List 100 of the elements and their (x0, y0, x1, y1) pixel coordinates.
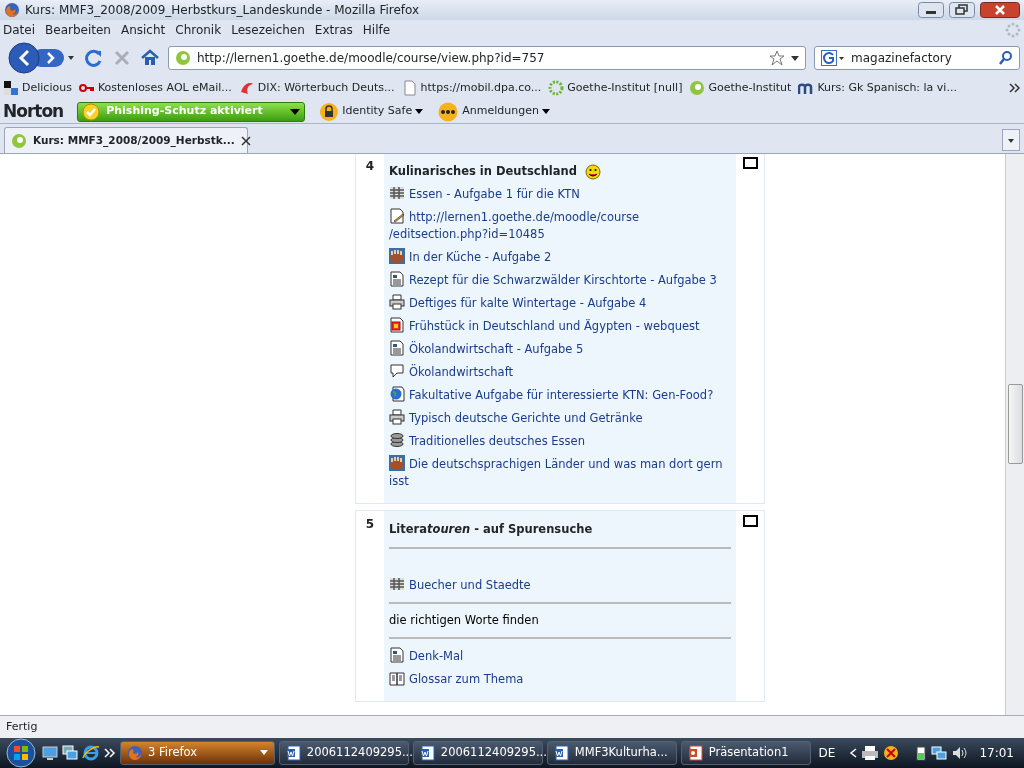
windows-switch-icon[interactable] (62, 745, 78, 761)
target-page-icon (389, 317, 405, 334)
activity-link[interactable]: Buecher und Staedte (389, 575, 731, 594)
caret-icon (259, 750, 268, 756)
speaker-icon[interactable] (951, 745, 968, 761)
book-icon (389, 669, 405, 686)
section-label: die richtigen Worte finden (389, 611, 540, 629)
caret-icon[interactable] (791, 54, 799, 62)
star-icon[interactable] (769, 50, 785, 66)
activity-link[interactable]: Essen - Aufgabe 1 für die KTN (389, 185, 731, 204)
tab-list-icon[interactable] (1002, 129, 1020, 151)
section-title: Literatouren - auf Spurensuche (389, 521, 593, 539)
bookmark-item[interactable]: Goethe-Institut (689, 79, 792, 97)
chevron-more-icon[interactable] (1009, 82, 1021, 94)
grid-icon (389, 575, 405, 592)
taskbar-button[interactable]: 3 Firefox (120, 741, 275, 765)
grid-icon (389, 185, 405, 202)
bookmark-item[interactable]: Kurs: Gk Spanisch: la vi... (798, 79, 957, 97)
identity-safe-button[interactable]: Identity Safe (319, 101, 424, 122)
square-marker (742, 157, 758, 169)
section-title: Kulinarisches in Deutschland (389, 163, 577, 180)
hand-icon (389, 248, 405, 265)
bookmark-item[interactable]: DIX: Wörterbuch Deuts... (238, 79, 395, 97)
start-button-icon[interactable] (4, 738, 38, 768)
word-document-icon (285, 745, 302, 761)
language-indicator[interactable]: DE (818, 744, 836, 762)
menu-item[interactable]: Bearbeiten (45, 21, 111, 39)
menu-item[interactable]: Hilfe (362, 21, 391, 39)
menu-item[interactable]: Chronik (175, 21, 222, 39)
bookmark-item[interactable]: Delicious (3, 79, 72, 97)
norton-logo: Norton (3, 99, 64, 123)
activity-link[interactable]: Glossar zum Thema (389, 669, 731, 688)
window-title: Kurs: MMF3_2008/2009_Herbstkurs_Landeskunde - Mozilla Firefox (25, 2, 421, 19)
activity-link[interactable]: Typisch deutsche Gerichte und Getränke (389, 409, 731, 428)
url-field[interactable]: http://lernen1.goethe.de/moodle/course/view.php?id=757 (168, 46, 806, 70)
scrollbar[interactable] (1005, 154, 1024, 715)
activity-link[interactable]: Die deutschsprachigen Länder und was man dort gern isst (389, 455, 731, 491)
password-dots-icon (437, 101, 460, 122)
square-marker (742, 515, 758, 528)
flower-icon (548, 80, 565, 96)
bookmark-item[interactable]: Goethe-Institut [null] (548, 79, 683, 97)
caret-icon (541, 108, 550, 115)
reload-icon[interactable] (84, 48, 104, 68)
norton-tray-icon[interactable] (883, 745, 900, 761)
activity-link[interactable]: Ökolandwirtschaft - Aufgabe 5 (389, 340, 731, 359)
pencil-page-icon (389, 208, 405, 225)
taskbar-button[interactable]: MMF3Kulturha... (546, 741, 677, 765)
hand-icon (389, 455, 405, 472)
activity-link[interactable]: Deftiges für kalte Wintertage - Aufgabe 4 (389, 294, 731, 313)
caret-icon (290, 107, 301, 116)
activity-link[interactable]: Ökolandwirtschaft (389, 363, 731, 382)
close-button-icon[interactable] (980, 2, 1020, 18)
activity-link[interactable]: Frühstück in Deutschland und Ägypten - webquest (389, 317, 731, 336)
activity-link[interactable]: Traditionelles deutsches Essen (389, 432, 731, 451)
page-icon (401, 80, 418, 96)
browser-tab[interactable]: Kurs: MMF3_2008/2009_Herbstk... (4, 127, 248, 153)
presentation-icon (687, 745, 704, 761)
printer-icon[interactable] (861, 745, 880, 761)
section-number: 5 (364, 516, 376, 534)
desktop-icon[interactable] (42, 745, 58, 761)
activity-link[interactable]: Rezept für die Schwarzwälder Kirschtorte - Aufgabe 3 (389, 271, 731, 290)
logins-button[interactable]: Anmeldungen (437, 101, 550, 122)
search-field[interactable]: magazinefactory (814, 46, 1020, 70)
menu-item[interactable]: Datei (3, 21, 35, 39)
search-icon[interactable] (999, 51, 1013, 65)
squares-icon (3, 80, 19, 96)
close-icon[interactable] (240, 135, 251, 146)
printer-page-icon (389, 294, 405, 311)
menu-item[interactable]: Lesezeichen (231, 21, 305, 39)
lock-icon (319, 101, 340, 122)
battery-icon[interactable] (915, 745, 928, 761)
document-icon (389, 646, 405, 663)
check-icon (82, 102, 101, 121)
bookmark-item[interactable]: https://mobil.dpa.co... (401, 79, 542, 97)
throbber-icon (1005, 22, 1021, 38)
database-icon (389, 432, 405, 449)
search-text: magazinefactory (851, 50, 953, 67)
network-icon[interactable] (931, 745, 948, 761)
taskbar-button[interactable]: Präsentation1 (680, 741, 811, 765)
menu-item[interactable]: Ansicht (120, 21, 166, 39)
clock[interactable]: 17:01 (979, 744, 1014, 762)
minimize-button-icon[interactable] (918, 2, 944, 18)
chevron-left-icon[interactable] (849, 748, 858, 758)
activity-link[interactable]: Denk-Mal (389, 646, 731, 665)
document-icon (389, 340, 405, 357)
activity-link[interactable]: In der Küche - Aufgabe 2 (389, 248, 731, 267)
activity-link[interactable]: http://lernen1.goethe.de/moodle/course /editsection.php?id=10485 (389, 208, 731, 244)
home-icon[interactable] (140, 48, 160, 68)
bookmark-item[interactable]: Kostenloses AOL eMail... (78, 79, 232, 97)
globe-page-icon (389, 386, 405, 403)
menu-item[interactable]: Extras (314, 21, 353, 39)
activity-link[interactable]: Fakultative Aufgabe für interessierte KTN: Gen-Food? (389, 386, 731, 405)
url-text: http://lernen1.goethe.de/moodle/course/view.php?id=757 (197, 50, 546, 67)
document-icon (389, 271, 405, 288)
status-text: Fertig (0, 715, 1024, 738)
caret-icon (415, 108, 424, 115)
word-document-icon (553, 745, 570, 761)
printer-page-icon (389, 409, 405, 426)
speech-bubble-icon (389, 363, 405, 380)
restore-button-icon[interactable] (949, 2, 975, 18)
